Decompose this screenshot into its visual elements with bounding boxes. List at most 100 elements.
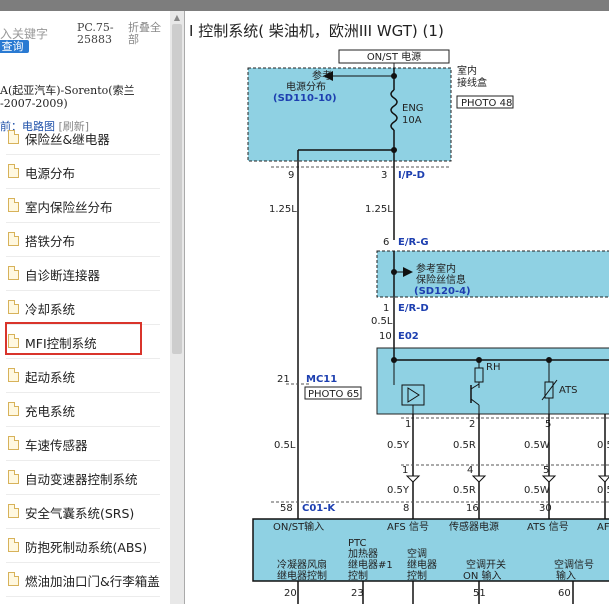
svg-text:1: 1: [405, 419, 411, 430]
svg-text:2: 2: [469, 419, 475, 430]
svg-text:控制: 控制: [407, 569, 427, 582]
svg-text:传感器电源: 传感器电源: [449, 520, 499, 533]
svg-text:1.25L: 1.25L: [365, 204, 393, 215]
svg-text:C01-K: C01-K: [302, 503, 336, 514]
svg-text:8: 8: [403, 503, 409, 514]
svg-text:1: 1: [383, 303, 389, 314]
svg-text:30: 30: [539, 503, 552, 514]
svg-text:60: 60: [558, 588, 571, 599]
svg-text:1: 1: [402, 465, 408, 476]
svg-text:控制: 控制: [348, 569, 368, 582]
svg-text:PHOTO 65: PHOTO 65: [308, 389, 359, 400]
sidebar-item-srs[interactable]: 安全气囊系统(SRS): [0, 495, 160, 529]
svg-text:6: 6: [383, 237, 389, 248]
pc-code: PC.75- 25883: [77, 21, 114, 46]
sidebar-item-diagnostic-connector[interactable]: 自诊断连接器: [0, 257, 160, 291]
svg-text:保险丝信息: 保险丝信息: [416, 273, 466, 286]
svg-text:E02: E02: [398, 331, 419, 342]
svg-text:I/P-D: I/P-D: [398, 170, 425, 181]
svg-text:0.5W: 0.5W: [524, 485, 550, 496]
svg-text:电源分布: 电源分布: [286, 80, 326, 93]
svg-text:0.5R: 0.5R: [453, 485, 476, 496]
svg-text:空调: 空调: [407, 547, 427, 560]
svg-text:ON 输入: ON 输入: [463, 569, 502, 582]
sidebar-item-speed-sensor[interactable]: 车速传感器: [0, 427, 160, 461]
document-icon: [8, 470, 19, 484]
svg-text:0.5R: 0.5R: [453, 440, 476, 451]
sidebar-item-fuel-door[interactable]: 燃油加油口门&行李箱盖: [0, 563, 160, 597]
on-st-power-label: ON/ST 电源: [367, 50, 421, 63]
svg-text:5: 5: [545, 419, 551, 430]
sidebar-item-interior-fuse[interactable]: 室内保险丝分布: [0, 189, 160, 223]
svg-text:10A: 10A: [402, 115, 422, 126]
sidebar-item-cooling-system[interactable]: 冷却系统: [0, 291, 160, 325]
svg-text:9: 9: [288, 170, 294, 181]
svg-text:AFS 信号: AFS 信号: [387, 521, 429, 533]
document-icon: [8, 572, 19, 586]
svg-text:ATS: ATS: [559, 385, 578, 396]
sensor-box: [376, 347, 609, 415]
svg-text:空调信号: 空调信号: [554, 558, 594, 571]
svg-text:0.5L: 0.5L: [371, 316, 393, 327]
svg-text:58: 58: [280, 503, 293, 514]
svg-text:输入: 输入: [556, 569, 576, 582]
document-icon: [8, 436, 19, 450]
sidebar-item-charging-system[interactable]: 充电系统: [0, 393, 160, 427]
sidebar-item-abs[interactable]: 防抱死制动系统(ABS): [0, 529, 160, 563]
svg-text:21: 21: [277, 374, 290, 385]
sidebar-item-fuse-relay[interactable]: 保险丝&继电器: [0, 121, 160, 155]
svg-text:5: 5: [543, 465, 549, 476]
svg-text:20: 20: [284, 588, 297, 599]
svg-text:PTC: PTC: [348, 538, 367, 549]
document-icon: [8, 368, 19, 382]
svg-text:ENG: ENG: [402, 103, 424, 114]
sidebar-item-ground-distribution[interactable]: 搭铁分布: [0, 223, 160, 257]
svg-text:0.5W: 0.5W: [524, 440, 550, 451]
svg-text:继电器: 继电器: [407, 558, 437, 571]
svg-text:RH: RH: [486, 362, 500, 373]
svg-text:ATS 信号: ATS 信号: [527, 521, 569, 533]
svg-text:AF: AF: [597, 522, 609, 533]
svg-text:室内: 室内: [457, 64, 477, 77]
svg-text:0.5Y: 0.5Y: [387, 440, 410, 451]
svg-text:接线盒: 接线盒: [457, 76, 487, 89]
svg-text:E/R-D: E/R-D: [398, 303, 429, 314]
collapse-all-link[interactable]: 折叠全 部: [128, 22, 161, 46]
document-icon: [8, 198, 19, 212]
svg-text:0.5: 0.5: [597, 440, 609, 451]
svg-text:4: 4: [467, 465, 473, 476]
sidebar-item-starting-system[interactable]: 起动系统: [0, 359, 160, 393]
svg-text:MC11: MC11: [306, 374, 337, 385]
interior-fuse-box: [376, 250, 609, 298]
wiring-diagram: ON/ST 电源 室内 接线盒 PHOTO 48 参考 电源分布 (SD110-…: [247, 49, 609, 604]
document-icon: [8, 232, 19, 246]
svg-text:0.5Y: 0.5Y: [387, 485, 410, 496]
svg-text:0.5: 0.5: [597, 485, 609, 496]
svg-text:(SD110-10): (SD110-10): [273, 93, 337, 104]
svg-text:加热器: 加热器: [348, 547, 378, 560]
svg-text:继电器控制: 继电器控制: [277, 569, 327, 582]
svg-text:PHOTO 48: PHOTO 48: [461, 98, 512, 109]
svg-text:ON/ST输入: ON/ST输入: [273, 520, 324, 533]
window-top-bar: [0, 0, 609, 11]
svg-text:1.25L: 1.25L: [269, 204, 297, 215]
document-icon: [8, 164, 19, 178]
scrollbar-thumb[interactable]: [172, 24, 182, 354]
document-icon: [8, 402, 19, 416]
scroll-up-icon[interactable]: ▲: [172, 13, 182, 22]
svg-text:冷凝器风扇: 冷凝器风扇: [277, 558, 327, 571]
document-icon: [8, 130, 19, 144]
sidebar-item-mfi-control[interactable]: MFI控制系统: [0, 322, 160, 359]
sidebar-item-transmission-control[interactable]: 自动变速器控制系统: [0, 461, 160, 495]
svg-text:E/R-G: E/R-G: [398, 237, 429, 248]
document-icon: [8, 334, 19, 348]
document-icon: [8, 266, 19, 280]
sidebar: 入关键字 查询 PC.75- 25883 折叠全 部 A(起亚汽车)-Soren…: [0, 11, 170, 604]
sidebar-item-power-distribution[interactable]: 电源分布: [0, 155, 160, 189]
svg-text:10: 10: [379, 331, 392, 342]
svg-text:继电器#1: 继电器#1: [348, 558, 393, 571]
svg-text:23: 23: [351, 588, 364, 599]
vehicle-info: A(起亚汽车)-Sorento(索兰 -2007-2009): [0, 84, 135, 110]
svg-text:(SD120-4): (SD120-4): [414, 286, 471, 297]
search-button[interactable]: 查询: [0, 40, 29, 53]
